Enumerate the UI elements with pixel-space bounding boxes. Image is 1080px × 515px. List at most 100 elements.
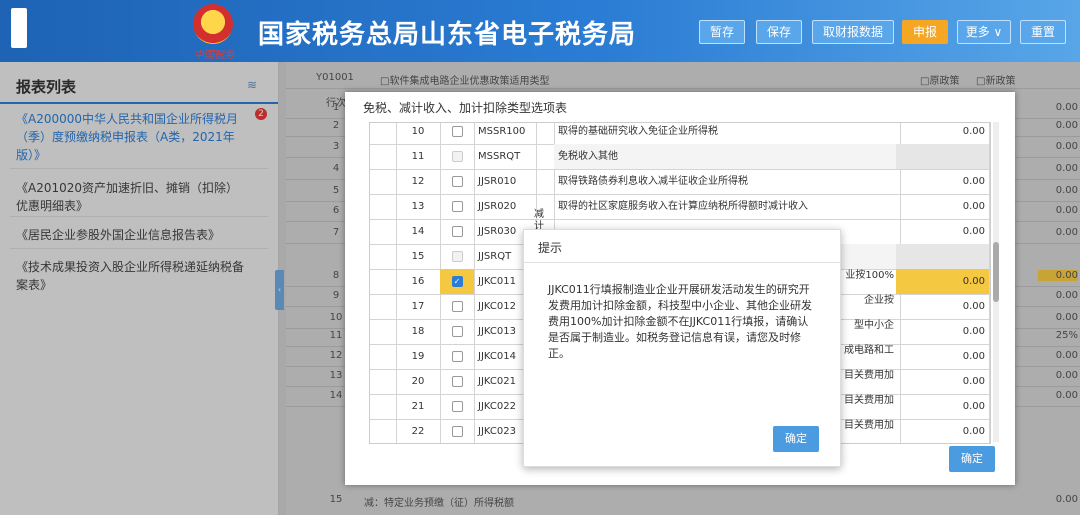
row-description: 取得铁路债券利息收入减半征收企业所得税 bbox=[554, 169, 901, 194]
checkbox[interactable] bbox=[451, 325, 463, 337]
row-gutter bbox=[370, 219, 397, 244]
alert-confirm-button[interactable]: 确定 bbox=[773, 426, 819, 452]
temp-save-button[interactable]: 暂存 bbox=[699, 20, 745, 44]
row-checkbox[interactable] bbox=[440, 319, 475, 344]
alert-message: JJKC011行填报制造业企业开展研发活动发生的研究开发费用加计扣除金额，科技型… bbox=[548, 283, 812, 360]
list-item[interactable]: 13 JJSR020 取得的社区家庭服务收入在计算应纳税所得额时减计收入 0.00 bbox=[370, 194, 990, 220]
row-amount: 0.00 bbox=[896, 394, 990, 419]
row-number: 14 bbox=[396, 219, 441, 244]
row-number: 22 bbox=[396, 419, 441, 443]
more-button[interactable]: 更多 ∨ bbox=[957, 20, 1011, 44]
row-code: MSSRQT bbox=[474, 144, 537, 169]
row-checkbox[interactable] bbox=[440, 294, 475, 319]
row-number: 12 bbox=[396, 169, 441, 194]
modal-confirm-button[interactable]: 确定 bbox=[949, 446, 995, 472]
row-group bbox=[532, 169, 555, 194]
declare-button[interactable]: 申报 bbox=[902, 20, 948, 44]
row-checkbox[interactable] bbox=[440, 219, 475, 244]
row-gutter bbox=[370, 419, 397, 443]
alert-title: 提示 bbox=[538, 241, 563, 255]
row-number: 20 bbox=[396, 369, 441, 394]
row-description-tail: 目关费用加 bbox=[844, 420, 894, 431]
row-checkbox[interactable]: ✓ bbox=[440, 269, 475, 294]
row-gutter bbox=[370, 194, 397, 219]
row-number: 21 bbox=[396, 394, 441, 419]
row-number: 10 bbox=[396, 123, 441, 144]
save-button[interactable]: 保存 bbox=[756, 20, 802, 44]
scrollbar-thumb[interactable] bbox=[993, 242, 999, 302]
row-amount: 0.00 bbox=[896, 294, 990, 319]
row-checkbox[interactable] bbox=[440, 419, 475, 443]
row-gutter bbox=[370, 369, 397, 394]
row-amount bbox=[896, 144, 990, 169]
tax-emblem-icon bbox=[193, 4, 233, 44]
row-description-tail: 目关费用加 bbox=[844, 395, 894, 406]
list-item[interactable]: 12 JJSR010 取得铁路债券利息收入减半征收企业所得税 0.00 bbox=[370, 169, 990, 195]
row-number: 17 bbox=[396, 294, 441, 319]
row-code: JJSR020 bbox=[474, 194, 537, 219]
row-number: 11 bbox=[396, 144, 441, 169]
row-checkbox[interactable] bbox=[440, 169, 475, 194]
checkbox[interactable] bbox=[451, 175, 463, 187]
row-amount: 0.00 bbox=[896, 344, 990, 369]
row-number: 19 bbox=[396, 344, 441, 369]
emblem-caption: 中国税务 bbox=[194, 50, 234, 61]
row-number: 16 bbox=[396, 269, 441, 294]
alert-header: 提示 bbox=[524, 230, 840, 263]
row-gutter bbox=[370, 319, 397, 344]
app-title: 国家税务总局山东省电子税务局 bbox=[258, 20, 637, 50]
scrollbar[interactable] bbox=[993, 122, 999, 442]
checkbox[interactable] bbox=[451, 225, 463, 237]
alert-dialog: 提示 JJKC011行填报制造业企业开展研发活动发生的研究开发费用加计扣除金额，… bbox=[523, 229, 841, 467]
top-bar: 中国税务 国家税务总局山东省电子税务局 暂存 保存 取财报数据 申报 更多 ∨ … bbox=[0, 0, 1080, 62]
row-number: 18 bbox=[396, 319, 441, 344]
checkbox[interactable] bbox=[451, 250, 463, 262]
row-number: 13 bbox=[396, 194, 441, 219]
row-code: MSSR100 bbox=[474, 123, 537, 144]
row-amount bbox=[896, 244, 990, 269]
row-amount: 0.00 bbox=[896, 319, 990, 344]
checkbox[interactable] bbox=[451, 350, 463, 362]
row-group bbox=[532, 123, 555, 144]
checkbox[interactable] bbox=[451, 400, 463, 412]
row-description: 取得的社区家庭服务收入在计算应纳税所得额时减计收入 bbox=[554, 194, 901, 219]
chevron-down-icon: ∨ bbox=[989, 25, 1003, 39]
row-checkbox[interactable] bbox=[440, 123, 475, 144]
row-checkbox[interactable] bbox=[440, 144, 475, 169]
checkbox[interactable]: ✓ bbox=[451, 275, 463, 287]
checkbox[interactable] bbox=[451, 425, 463, 437]
row-code: JJSR010 bbox=[474, 169, 537, 194]
row-amount: 0.00 bbox=[896, 194, 990, 219]
row-checkbox[interactable] bbox=[440, 244, 475, 269]
checkbox[interactable] bbox=[451, 300, 463, 312]
row-gutter bbox=[370, 123, 397, 144]
row-description-tail: 型中小企 bbox=[854, 320, 894, 331]
checkbox[interactable] bbox=[451, 200, 463, 212]
list-item[interactable]: 10 MSSR100 取得的基础研究收入免征企业所得税 0.00 bbox=[370, 123, 990, 145]
row-checkbox[interactable] bbox=[440, 344, 475, 369]
row-gutter bbox=[370, 244, 397, 269]
row-amount: 0.00 bbox=[896, 169, 990, 194]
row-gutter bbox=[370, 394, 397, 419]
document-icon[interactable] bbox=[11, 8, 27, 48]
row-description-tail: 目关费用加 bbox=[844, 370, 894, 381]
row-gutter bbox=[370, 144, 397, 169]
row-description-tail: 业按100% bbox=[845, 270, 894, 281]
row-number: 15 bbox=[396, 244, 441, 269]
checkbox[interactable] bbox=[451, 125, 463, 137]
row-amount: 0.00 bbox=[896, 123, 990, 144]
list-item[interactable]: 11 MSSRQT 免税收入其他 bbox=[370, 144, 990, 170]
row-amount: 0.00 bbox=[896, 219, 990, 244]
row-checkbox[interactable] bbox=[440, 369, 475, 394]
row-checkbox[interactable] bbox=[440, 394, 475, 419]
fetch-financial-data-button[interactable]: 取财报数据 bbox=[812, 20, 894, 44]
checkbox[interactable] bbox=[451, 375, 463, 387]
checkbox[interactable] bbox=[451, 150, 463, 162]
reset-button[interactable]: 重置 bbox=[1020, 20, 1066, 44]
row-description: 取得的基础研究收入免征企业所得税 bbox=[554, 123, 901, 144]
row-group bbox=[532, 144, 555, 169]
modal-title: 免税、减计收入、加计扣除类型选项表 bbox=[363, 101, 568, 115]
row-checkbox[interactable] bbox=[440, 194, 475, 219]
row-description: 免税收入其他 bbox=[554, 144, 901, 169]
row-gutter bbox=[370, 269, 397, 294]
